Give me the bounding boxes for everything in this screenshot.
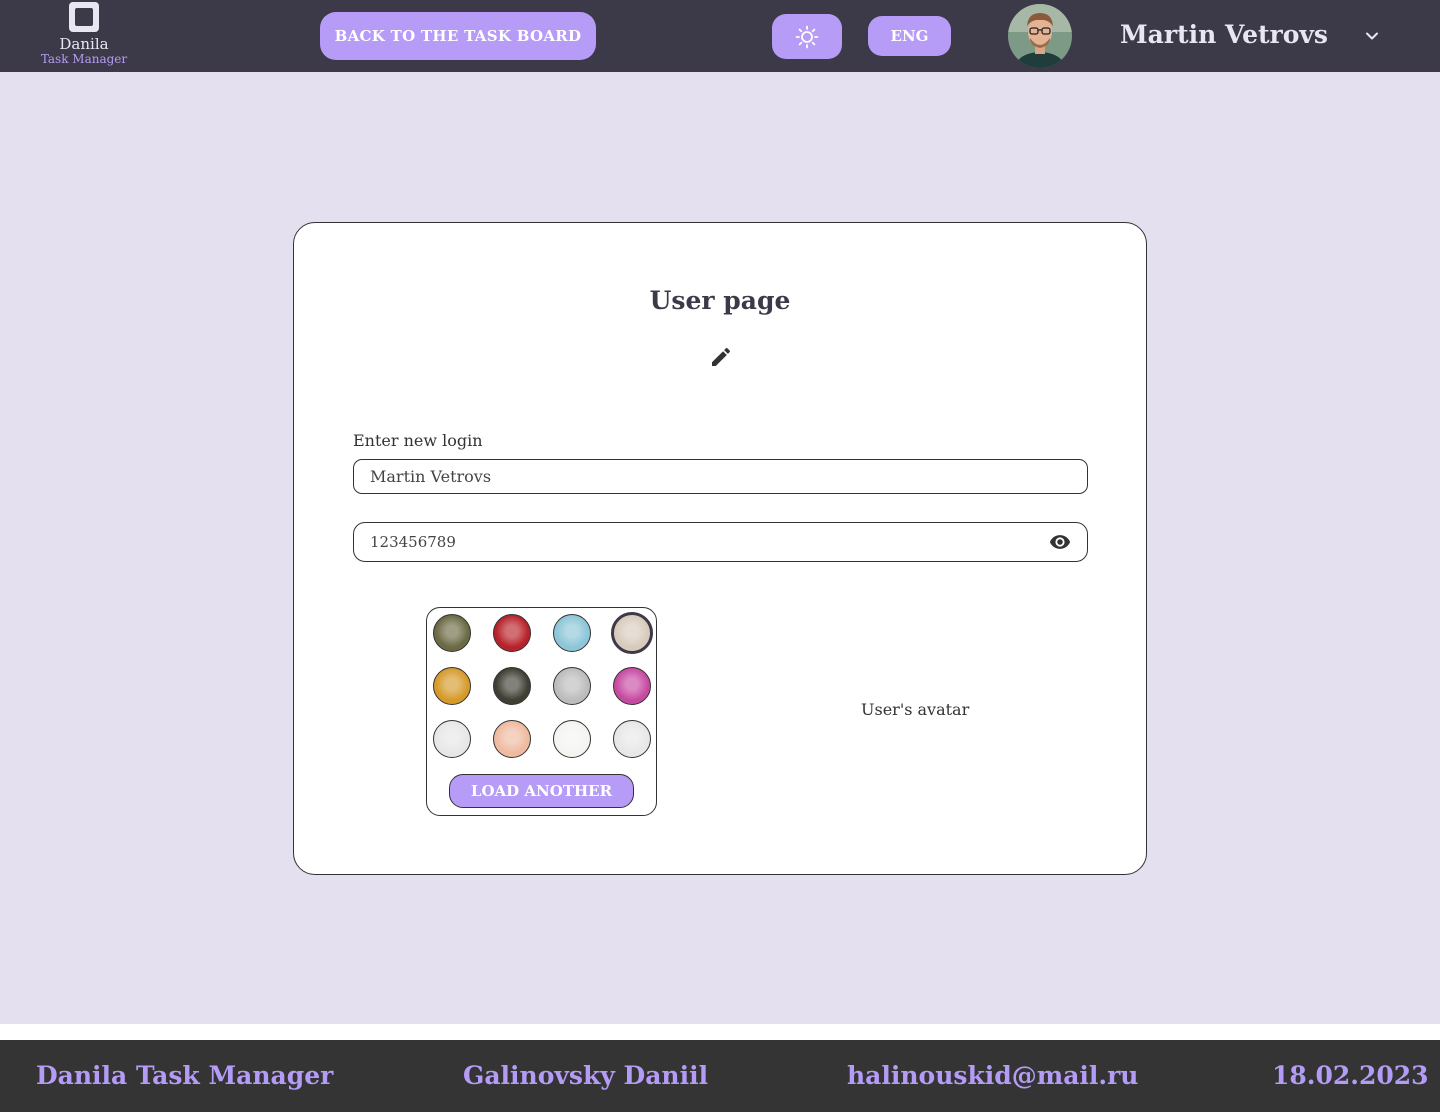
header-user-name[interactable]: Martin Vetrovs: [1120, 18, 1328, 52]
avatar-option-rainbow[interactable]: [613, 667, 651, 705]
login-label: Enter new login: [353, 431, 483, 450]
avatar-option-branch[interactable]: [433, 720, 471, 758]
sun-icon: [795, 25, 819, 48]
logo-name: Danila: [59, 35, 109, 53]
avatar-caption: User's avatar: [861, 700, 970, 719]
eye-icon[interactable]: [1047, 531, 1073, 553]
top-header: Danila Task Manager BACK TO THE TASK BOA…: [0, 0, 1440, 72]
avatar-picker: LOAD ANOTHER: [426, 607, 657, 816]
avatar-option-neon-city[interactable]: [433, 667, 471, 705]
avatar-option-parrot[interactable]: [493, 614, 531, 652]
main-area: User page Enter new login LOAD ANOTHER U…: [0, 72, 1440, 1024]
logo-subtitle: Task Manager: [40, 52, 128, 66]
pencil-icon[interactable]: [709, 345, 733, 369]
page-title: User page: [649, 286, 791, 315]
avatar[interactable]: [1008, 4, 1072, 68]
password-input[interactable]: [354, 523, 1034, 561]
avatar-options-grid: [427, 608, 656, 768]
user-avatar-image: [1008, 4, 1072, 68]
app-logo[interactable]: Danila Task Manager: [30, 2, 138, 70]
back-to-task-board-button[interactable]: BACK TO THE TASK BOARD: [320, 12, 596, 60]
avatar-option-dog[interactable]: [611, 612, 653, 654]
footer-author: Galinovsky Daniil: [463, 1061, 709, 1090]
logo-icon: [69, 2, 99, 32]
chevron-down-icon[interactable]: [1362, 26, 1382, 46]
login-input[interactable]: [353, 459, 1088, 494]
avatar-option-whale[interactable]: [553, 614, 591, 652]
footer-date: 18.02.2023: [1272, 1061, 1429, 1090]
avatar-option-sprig[interactable]: [613, 720, 651, 758]
footer-app-name: Danila Task Manager: [36, 1061, 334, 1090]
footer: Danila Task Manager Galinovsky Daniil ha…: [0, 1040, 1440, 1112]
password-field: [353, 522, 1088, 562]
avatar-option-flower[interactable]: [493, 720, 531, 758]
footer-email[interactable]: halinouskid@mail.ru: [847, 1060, 1138, 1092]
theme-toggle-button[interactable]: [772, 14, 842, 59]
language-button[interactable]: ENG: [868, 16, 951, 56]
avatar-option-leaves[interactable]: [553, 720, 591, 758]
avatar-option-sketch[interactable]: [553, 667, 591, 705]
user-page-card: User page Enter new login LOAD ANOTHER U…: [293, 222, 1147, 875]
load-another-button[interactable]: LOAD ANOTHER: [449, 774, 634, 808]
footer-spacer: [0, 1024, 1440, 1040]
avatar-option-hare[interactable]: [433, 614, 471, 652]
avatar-option-bear[interactable]: [493, 667, 531, 705]
